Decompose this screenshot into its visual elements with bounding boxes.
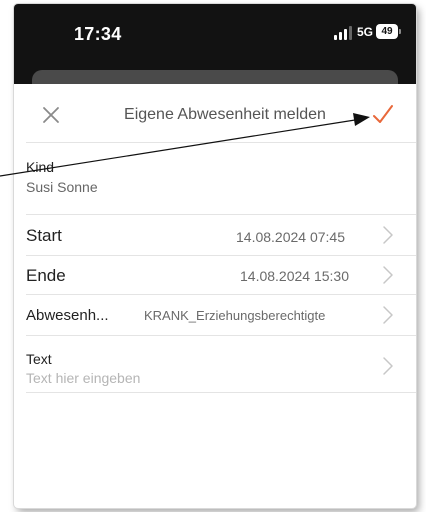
ende-label: Ende [26,266,66,285]
start-row[interactable]: Start 14.08.2024 07:45 [14,215,416,255]
chevron-right-icon [383,357,393,375]
page-title: Eigene Abwesenheit melden [124,106,326,123]
chevron-right-icon [383,226,393,244]
signal-icon [334,26,352,40]
kind-value: Susi Sonne [26,179,98,195]
checkmark-icon[interactable] [370,102,396,128]
abwesenheit-row[interactable]: Abwesenh... KRANK_Erziehungsberechtigte [14,295,416,335]
divider [26,392,416,393]
status-time: 17:34 [74,24,122,44]
battery-level: 49 [376,24,398,39]
ende-value: 14.08.2024 15:30 [240,268,349,284]
phone-screenshot: 17:34 5G 49 Eigene Abwesenheit melden Ki… [14,4,416,508]
ende-row[interactable]: Ende 14.08.2024 15:30 [14,256,416,294]
battery-icon: 49 [376,24,402,39]
abwesenheit-value: KRANK_Erziehungsberechtigte [144,308,326,323]
abwesenheit-label: Abwesenh... [26,307,109,324]
chevron-right-icon [383,266,393,284]
text-label: Text [26,351,52,367]
text-placeholder[interactable]: Text hier eingeben [26,370,140,386]
battery-tip [399,29,401,34]
start-value: 14.08.2024 07:45 [236,229,345,245]
kind-label: Kind [26,159,55,175]
kind-row: Kind Susi Sonne [14,143,416,213]
close-icon[interactable] [41,105,61,125]
chevron-right-icon [383,306,393,324]
status-bar: 17:34 5G 49 [14,4,416,90]
network-label: 5G [357,25,374,39]
start-label: Start [26,226,62,245]
text-row[interactable]: Text Text hier eingeben [14,336,416,392]
